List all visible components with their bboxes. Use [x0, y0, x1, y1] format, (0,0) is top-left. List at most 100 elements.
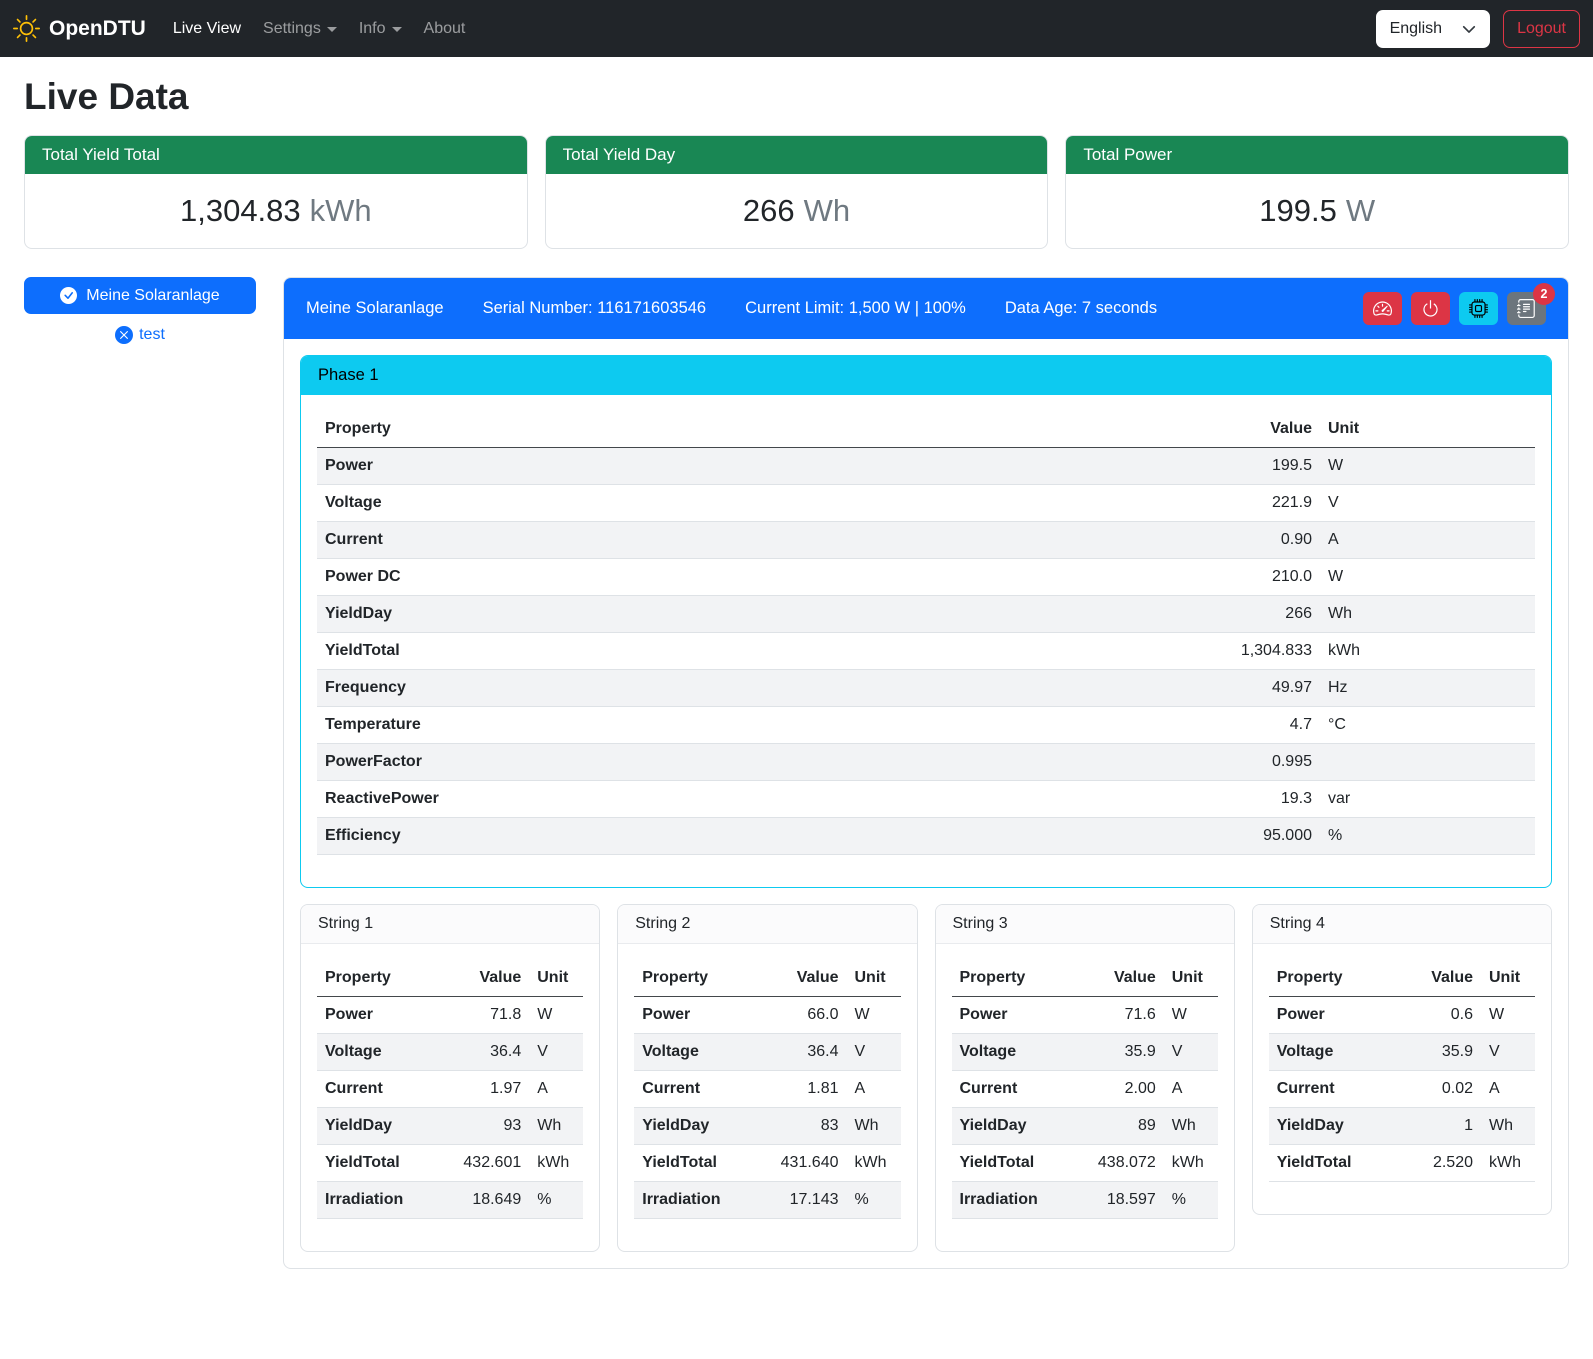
table-row: Power DC210.0W — [317, 559, 1535, 596]
unit-cell: W — [1164, 997, 1218, 1034]
unit-cell: % — [1164, 1182, 1218, 1219]
summary-card-total-yield-day: Total Yield Day 266Wh — [545, 135, 1049, 249]
brand[interactable]: OpenDTU — [13, 15, 146, 42]
string-card: String 1PropertyValueUnitPower71.8WVolta… — [300, 904, 600, 1252]
unit-cell: % — [847, 1182, 901, 1219]
nav-item-info[interactable]: Info — [350, 12, 411, 46]
table-row: Current0.02A — [1269, 1071, 1535, 1108]
inverter-limit: Current Limit: 1,500 W | 100% — [745, 299, 966, 318]
event-log-button[interactable]: 2 — [1507, 292, 1546, 325]
value-cell: 36.4 — [761, 1034, 847, 1071]
unit-cell: Wh — [1481, 1108, 1535, 1145]
property-cell: YieldDay — [317, 596, 1180, 633]
unit-cell: A — [1481, 1071, 1535, 1108]
unit-cell: W — [1481, 997, 1535, 1034]
value-cell: 83 — [761, 1108, 847, 1145]
inverter-name: Meine Solaranlage — [306, 299, 444, 318]
value-cell: 1.81 — [761, 1071, 847, 1108]
nav-item-settings[interactable]: Settings — [254, 12, 346, 46]
column-header-property: Property — [317, 960, 443, 997]
value-cell: 0.02 — [1395, 1071, 1481, 1108]
table-row: Current2.00A — [952, 1071, 1218, 1108]
inverter-actions: 2 — [1363, 292, 1546, 325]
property-cell: Temperature — [317, 707, 1180, 744]
property-cell: YieldDay — [317, 1108, 443, 1145]
unit-cell: V — [1164, 1034, 1218, 1071]
column-header-unit: Unit — [1320, 411, 1535, 448]
table-row: Voltage35.9V — [952, 1034, 1218, 1071]
value-cell: 19.3 — [1180, 781, 1320, 818]
column-header-unit: Unit — [529, 960, 583, 997]
power-button[interactable] — [1411, 292, 1450, 325]
string-card-title: String 3 — [936, 905, 1234, 944]
nav-item-about[interactable]: About — [415, 12, 475, 46]
property-cell: Irradiation — [634, 1182, 760, 1219]
unit-cell: W — [1320, 559, 1535, 596]
value-cell: 93 — [443, 1108, 529, 1145]
table-row: Frequency49.97Hz — [317, 670, 1535, 707]
value-cell: 266 — [1180, 596, 1320, 633]
unit-cell: °C — [1320, 707, 1535, 744]
device-info-button[interactable] — [1459, 292, 1498, 325]
property-cell: YieldTotal — [317, 633, 1180, 670]
property-cell: Current — [952, 1071, 1078, 1108]
summary-unit: Wh — [804, 193, 851, 228]
table-row: Power71.6W — [952, 997, 1218, 1034]
language-select[interactable]: English — [1376, 10, 1490, 48]
table-header-row: PropertyValueUnit — [634, 960, 900, 997]
nav-item-live-view[interactable]: Live View — [164, 12, 250, 46]
inverter-button-selected[interactable]: Meine Solaranlage — [24, 277, 256, 314]
property-cell: YieldTotal — [1269, 1145, 1395, 1182]
summary-card-total-yield-total: Total Yield Total 1,304.83kWh — [24, 135, 528, 249]
unit-cell — [1320, 744, 1535, 781]
property-cell: Irradiation — [952, 1182, 1078, 1219]
string-card-title: String 4 — [1253, 905, 1551, 944]
inverter-list-sidebar: Meine Solaranlage test — [24, 277, 256, 344]
inverter-button-label: Meine Solaranlage — [86, 287, 219, 305]
column-header-unit: Unit — [847, 960, 901, 997]
property-cell: Power — [1269, 997, 1395, 1034]
property-cell: Power DC — [317, 559, 1180, 596]
phase-table: Property Value Unit Power199.5WVoltage22… — [317, 411, 1535, 855]
unit-cell: kWh — [529, 1145, 583, 1182]
table-row: Current0.90A — [317, 522, 1535, 559]
value-cell: 18.649 — [443, 1182, 529, 1219]
table-row: Voltage221.9V — [317, 485, 1535, 522]
unit-cell: V — [529, 1034, 583, 1071]
summary-card-title: Total Yield Total — [25, 136, 527, 174]
unit-cell: A — [847, 1071, 901, 1108]
value-cell: 0.995 — [1180, 744, 1320, 781]
value-cell: 18.597 — [1078, 1182, 1164, 1219]
string-table: PropertyValueUnitPower71.8WVoltage36.4VC… — [317, 960, 583, 1219]
unit-cell: V — [1481, 1034, 1535, 1071]
x-circle-icon — [115, 326, 133, 344]
table-row: Voltage35.9V — [1269, 1034, 1535, 1071]
value-cell: 1,304.833 — [1180, 633, 1320, 670]
summary-value: 266 — [743, 193, 795, 228]
phase-panel-title: Phase 1 — [301, 356, 1551, 395]
property-cell: YieldDay — [634, 1108, 760, 1145]
table-row: Current1.97A — [317, 1071, 583, 1108]
property-cell: Current — [317, 1071, 443, 1108]
logout-button[interactable]: Logout — [1503, 10, 1580, 48]
table-row: ReactivePower19.3var — [317, 781, 1535, 818]
inverter-test-label: test — [139, 326, 165, 344]
value-cell: 66.0 — [761, 997, 847, 1034]
phase-panel: Phase 1 Property Value Unit Power199.5WV… — [300, 355, 1552, 888]
property-cell: Efficiency — [317, 818, 1180, 855]
value-cell: 199.5 — [1180, 448, 1320, 485]
table-row: Voltage36.4V — [317, 1034, 583, 1071]
inverter-button-test[interactable]: test — [24, 326, 256, 344]
inverter-card-header: Meine Solaranlage Serial Number: 1161716… — [284, 278, 1568, 339]
value-cell: 4.7 — [1180, 707, 1320, 744]
table-row: Power199.5W — [317, 448, 1535, 485]
property-cell: YieldDay — [1269, 1108, 1395, 1145]
table-row: Power0.6W — [1269, 997, 1535, 1034]
value-cell: 210.0 — [1180, 559, 1320, 596]
property-cell: Power — [952, 997, 1078, 1034]
table-header-row: Property Value Unit — [317, 411, 1535, 448]
column-header-unit: Unit — [1164, 960, 1218, 997]
unit-cell: % — [529, 1182, 583, 1219]
table-row: YieldDay83Wh — [634, 1108, 900, 1145]
limit-settings-button[interactable] — [1363, 292, 1402, 325]
